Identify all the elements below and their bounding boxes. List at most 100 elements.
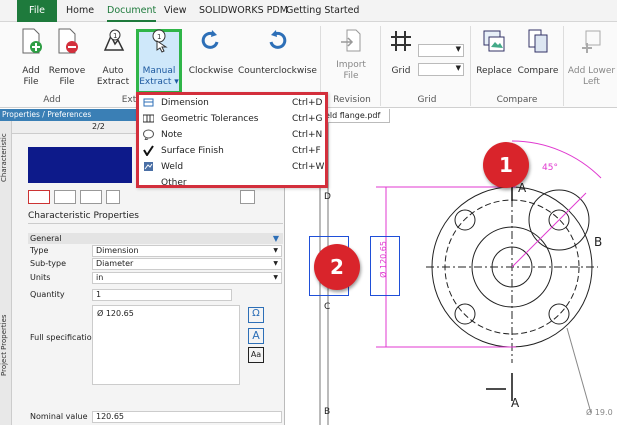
type-label: Type — [30, 246, 49, 255]
menu-item-note[interactable]: Note Ctrl+N — [139, 127, 325, 143]
collapse-icon: ▼ — [272, 234, 279, 243]
menu-item-weld[interactable]: Weld Ctrl+W — [139, 159, 325, 175]
tab-document[interactable]: Document — [107, 0, 157, 22]
chevron-down-icon: ▼ — [273, 260, 278, 267]
hole-leader — [566, 327, 592, 414]
rotate-clockwise-icon — [201, 30, 219, 49]
add-lower-left-button[interactable]: Add Lower Left — [566, 22, 617, 92]
replace-icon — [483, 30, 505, 52]
note-icon — [143, 129, 154, 140]
grid-icon — [391, 31, 411, 51]
units-dropdown[interactable]: in ▼ — [92, 272, 282, 284]
counterclockwise-button[interactable]: Counterclockwise — [238, 22, 317, 92]
clockwise-button[interactable]: Clockwise — [188, 22, 234, 92]
angle-leader — [511, 192, 587, 268]
quantity-label: Quantity — [30, 290, 65, 299]
format-button-2[interactable] — [54, 190, 76, 204]
ribbon-separator — [470, 26, 471, 106]
ribbon-separator — [563, 26, 564, 106]
add-file-button[interactable]: Add File — [14, 22, 48, 92]
tab-getting-started[interactable]: Getting Started — [286, 0, 359, 22]
manual-extract-button[interactable]: 1 Manual Extract ▾ — [139, 22, 179, 92]
format-button-1[interactable] — [28, 190, 50, 204]
menu-item-surface-finish[interactable]: Surface Finish Ctrl+F — [139, 143, 325, 159]
format-button-3[interactable] — [80, 190, 102, 204]
bolt-hole — [454, 209, 476, 231]
vertical-diameter-dimension: Ø 120.65 — [379, 241, 388, 278]
replace-button[interactable]: Replace — [474, 22, 514, 92]
add-lower-left-icon — [581, 30, 600, 53]
compare-button[interactable]: Compare — [516, 22, 560, 92]
subtype-dropdown[interactable]: Diameter ▼ — [92, 258, 282, 270]
svg-text:1: 1 — [157, 33, 161, 41]
page-indicator: 2/2 — [92, 122, 105, 131]
characteristic-preview-swatch — [28, 147, 132, 183]
menu-item-other[interactable]: Other — [139, 175, 325, 191]
manual-extract-menu: Dimension Ctrl+D Geometric Tolerances Ctrl… — [136, 92, 328, 188]
manual-extract-icon: 1 — [152, 29, 168, 53]
import-file-icon — [341, 29, 361, 52]
bolt-hole — [454, 303, 476, 325]
compare-icon — [528, 29, 548, 53]
bolt-hole — [548, 303, 570, 325]
type-dropdown[interactable]: Dimension ▼ — [92, 245, 282, 257]
remove-file-icon — [58, 28, 78, 54]
grid-size-dropdown[interactable]: ▼ — [418, 63, 464, 76]
side-tab-project-properties[interactable]: Project Properties — [0, 305, 12, 385]
menu-item-geometric-tolerances[interactable]: Geometric Tolerances Ctrl+G — [139, 111, 325, 127]
section-label-a-bottom: A — [511, 396, 520, 410]
chevron-down-icon: ▼ — [273, 274, 278, 281]
surface-finish-icon — [143, 145, 154, 156]
callout-badge-1: 1 — [483, 142, 529, 188]
zone-marker-b: B — [324, 407, 331, 417]
menu-item-dimension[interactable]: Dimension Ctrl+D — [139, 95, 325, 111]
group-label-grid: Grid — [417, 95, 437, 105]
angle-dimension: 45° — [542, 163, 558, 173]
chevron-down-icon: ▼ — [273, 247, 278, 254]
import-file-button[interactable]: Import File — [328, 22, 374, 92]
document-tab[interactable]: eld flange.pdf — [320, 109, 390, 123]
general-category-header[interactable]: General ▼ — [28, 233, 283, 244]
side-tab-characteristic[interactable]: Characteristic — [0, 123, 12, 193]
nominal-value-label: Nominal value — [30, 412, 88, 421]
extraction-box-dimension[interactable]: Ø 120.65 — [370, 236, 400, 296]
tab-file[interactable]: File — [17, 0, 57, 22]
nominal-value-input[interactable]: 120.65 — [92, 411, 282, 423]
section-header: Characteristic Properties — [28, 211, 283, 224]
tab-solidworks-pdm[interactable]: SOLIDWORKS PDM — [199, 0, 288, 22]
hole-dimension: Ø 19.0 — [586, 408, 613, 417]
tab-home[interactable]: Home — [66, 0, 94, 22]
dimension-icon — [143, 98, 154, 107]
geometric-tolerance-icon — [143, 114, 154, 123]
grid-button[interactable]: Grid — [386, 22, 416, 92]
group-label-compare: Compare — [496, 95, 538, 105]
weld-icon — [144, 162, 153, 171]
chevron-down-icon: ▼ — [455, 64, 461, 72]
font-size-button[interactable]: Aa — [248, 347, 264, 363]
chevron-down-icon: ▼ — [455, 45, 461, 53]
full-specification-input[interactable]: Ø 120.65 — [92, 305, 240, 385]
quantity-icon[interactable] — [238, 287, 260, 301]
callout-badge-2: 2 — [314, 244, 360, 290]
zone-marker-d: D — [324, 192, 331, 202]
add-file-icon — [22, 28, 42, 54]
auto-extract-icon: 1 — [103, 29, 125, 51]
rotate-counterclockwise-icon — [269, 30, 287, 49]
format-button-4[interactable] — [106, 190, 120, 204]
grid-spacing-dropdown[interactable]: ▼ — [418, 44, 464, 57]
auto-extract-button[interactable]: 1 Auto Extract — [94, 22, 132, 92]
ribbon-tab-bar: File Home Document View SOLIDWORKS PDM G… — [0, 0, 617, 22]
remove-file-button[interactable]: Remove File — [48, 22, 86, 92]
tab-view[interactable]: View — [164, 0, 187, 22]
full-specification-label: Full specification — [30, 333, 97, 342]
detail-label-b: B — [594, 235, 603, 249]
font-button[interactable]: A — [248, 328, 264, 344]
zone-marker-c: C — [324, 302, 331, 312]
omega-symbol-button[interactable]: Ω — [248, 307, 264, 323]
format-buttons — [28, 190, 138, 205]
print-icon[interactable] — [240, 190, 255, 204]
svg-text:1: 1 — [113, 32, 117, 40]
side-tab-strip: Characteristic Project Properties — [0, 109, 12, 425]
quantity-input[interactable]: 1 — [92, 289, 232, 301]
units-label: Units — [30, 273, 51, 282]
